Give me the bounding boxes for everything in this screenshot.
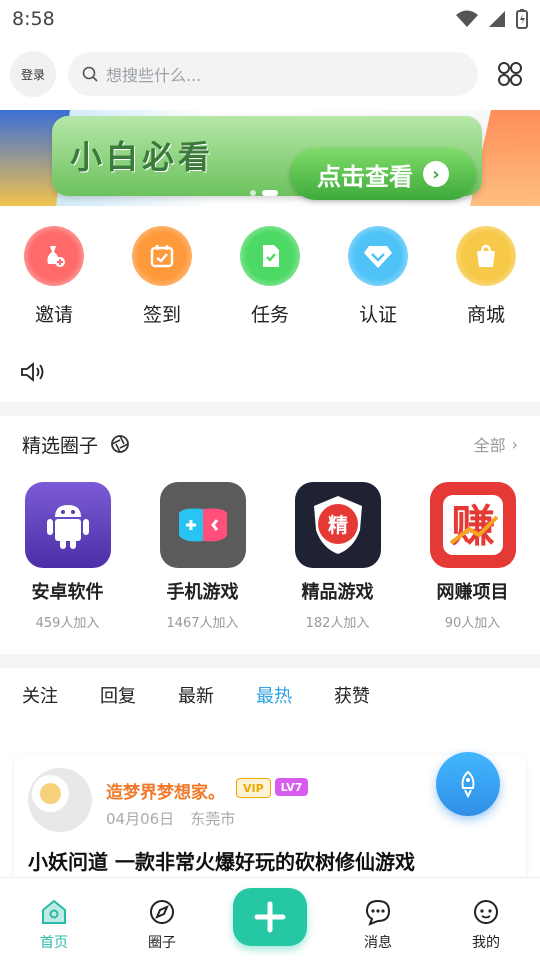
profile-icon: [474, 900, 498, 924]
task-doc-icon: [240, 226, 300, 286]
tab-liked[interactable]: 获赞: [334, 682, 370, 708]
status-time: 8:58: [12, 8, 55, 30]
quick-action-checkin[interactable]: 签到: [117, 226, 207, 338]
rocket-icon: [461, 770, 475, 798]
pager-dot: [250, 190, 256, 196]
create-post-button[interactable]: [233, 888, 307, 946]
quick-action-label: 邀请: [34, 304, 73, 326]
nav-label: 消息: [364, 935, 392, 951]
avatar[interactable]: [28, 768, 92, 832]
post-author[interactable]: 造梦界梦想家。: [106, 778, 225, 803]
status-bar: 8:58: [0, 0, 540, 38]
aperture-icon: [111, 435, 129, 453]
author-badges: VIP LV7: [236, 778, 309, 798]
view-all-circles-link[interactable]: 全部 ›: [474, 432, 518, 456]
nav-create-post[interactable]: [225, 888, 315, 952]
circle-members: 90人加入: [444, 616, 501, 631]
quick-action-invite[interactable]: 邀请: [9, 226, 99, 338]
quick-action-task[interactable]: 任务: [225, 226, 315, 338]
home-icon: [42, 899, 66, 924]
nav-label: 圈子: [148, 935, 176, 951]
promo-banner[interactable]: 小白必看 点击查看 ›: [0, 110, 540, 206]
top-bar: 登录 想搜些什么...: [0, 38, 540, 110]
clover-grid-icon: [498, 62, 522, 86]
pager-dot-active: [262, 190, 278, 196]
gamepad-icon: [159, 482, 246, 568]
shop-bag-icon: [456, 226, 516, 286]
earn-money-icon: 赚: [429, 482, 516, 568]
section-divider: [0, 654, 540, 668]
invite-icon: [24, 226, 84, 286]
circle-name: 网赚项目: [436, 582, 509, 603]
featured-circles-header: 精选圈子 全部 ›: [0, 416, 540, 472]
circle-name: 手机游戏: [166, 582, 239, 603]
chevron-right-icon: ›: [423, 161, 449, 187]
tab-replies[interactable]: 回复: [100, 682, 136, 708]
banner-title: 小白必看: [70, 138, 215, 176]
nav-profile[interactable]: 我的: [441, 898, 531, 952]
nav-home[interactable]: 首页: [9, 898, 99, 952]
login-button[interactable]: 登录: [10, 51, 56, 97]
checkin-calendar-icon: [132, 226, 192, 286]
banner-pager: [250, 190, 278, 196]
banner-cta-button[interactable]: 点击查看 ›: [290, 148, 476, 200]
quick-action-label: 商城: [466, 304, 505, 326]
verify-diamond-icon: [348, 226, 408, 286]
banner-cta-label: 点击查看: [317, 162, 413, 191]
circle-members: 459人加入: [35, 616, 100, 631]
battery-icon: [516, 9, 528, 29]
quick-action-label: 任务: [250, 304, 289, 326]
bottom-navigation: 首页 圈子 消息 我的: [0, 877, 540, 960]
quick-action-label: 签到: [142, 304, 181, 326]
nav-circles[interactable]: 圈子: [117, 898, 207, 952]
rocket-fab-button[interactable]: [436, 752, 500, 816]
post-location: 东莞市: [190, 810, 236, 828]
post-meta: 04月06日 东莞市: [106, 808, 235, 829]
status-icons: [456, 9, 528, 29]
circle-name: 精品游戏: [301, 582, 374, 603]
post-title[interactable]: 小妖问道 一款非常火爆好玩的砍树修仙游戏: [28, 846, 415, 875]
apps-grid-button[interactable]: [490, 54, 530, 94]
view-all-label: 全部: [473, 436, 506, 455]
level-badge: LV7: [274, 778, 309, 796]
quick-actions: 邀请 签到 任务 认证 商城: [0, 206, 540, 338]
compass-icon: [150, 900, 174, 924]
circle-card[interactable]: 赚 网赚项目 90人加入: [413, 482, 533, 654]
post-date: 04月06日: [106, 810, 175, 828]
circle-card[interactable]: 安卓软件 459人加入: [8, 482, 128, 654]
section-divider: [0, 402, 540, 416]
message-icon: [365, 899, 391, 926]
tab-hottest[interactable]: 最热: [256, 682, 292, 708]
chevron-right-icon: ›: [511, 434, 518, 454]
signal-icon: [489, 11, 505, 27]
plus-icon: [254, 901, 286, 933]
section-title: 精选圈子: [22, 434, 99, 457]
search-icon: [82, 66, 98, 82]
nav-label: 我的: [472, 935, 500, 951]
section-title-wrap: 精选圈子: [22, 431, 130, 458]
circle-members: 1467人加入: [166, 616, 239, 631]
announcement-bar[interactable]: [0, 342, 540, 402]
search-placeholder: 想搜些什么...: [106, 66, 202, 85]
circle-members: 182人加入: [305, 616, 370, 631]
circle-card[interactable]: 手机游戏 1467人加入: [143, 482, 263, 654]
tab-follow[interactable]: 关注: [22, 682, 58, 708]
tab-latest[interactable]: 最新: [178, 682, 214, 708]
premium-badge-text: 精: [328, 513, 348, 537]
nav-label: 首页: [40, 935, 68, 951]
circle-name: 安卓软件: [31, 582, 104, 603]
android-icon: [24, 482, 111, 568]
quick-action-label: 认证: [358, 304, 397, 326]
wifi-icon: [456, 10, 478, 27]
quick-action-verify[interactable]: 认证: [333, 226, 423, 338]
search-bar[interactable]: 想搜些什么...: [68, 52, 478, 96]
premium-shield-icon: 精: [294, 482, 381, 568]
vip-badge: VIP: [236, 778, 271, 798]
nav-messages[interactable]: 消息: [333, 898, 423, 952]
featured-circles-list: 安卓软件 459人加入 手机游戏 1467人加入 精 精品游戏 182人加入 赚…: [0, 472, 540, 654]
circle-card[interactable]: 精 精品游戏 182人加入: [278, 482, 398, 654]
speaker-icon: [21, 362, 44, 382]
feed-tabs: 关注 回复 最新 最热 获赞: [0, 668, 540, 722]
quick-action-shop[interactable]: 商城: [441, 226, 531, 338]
